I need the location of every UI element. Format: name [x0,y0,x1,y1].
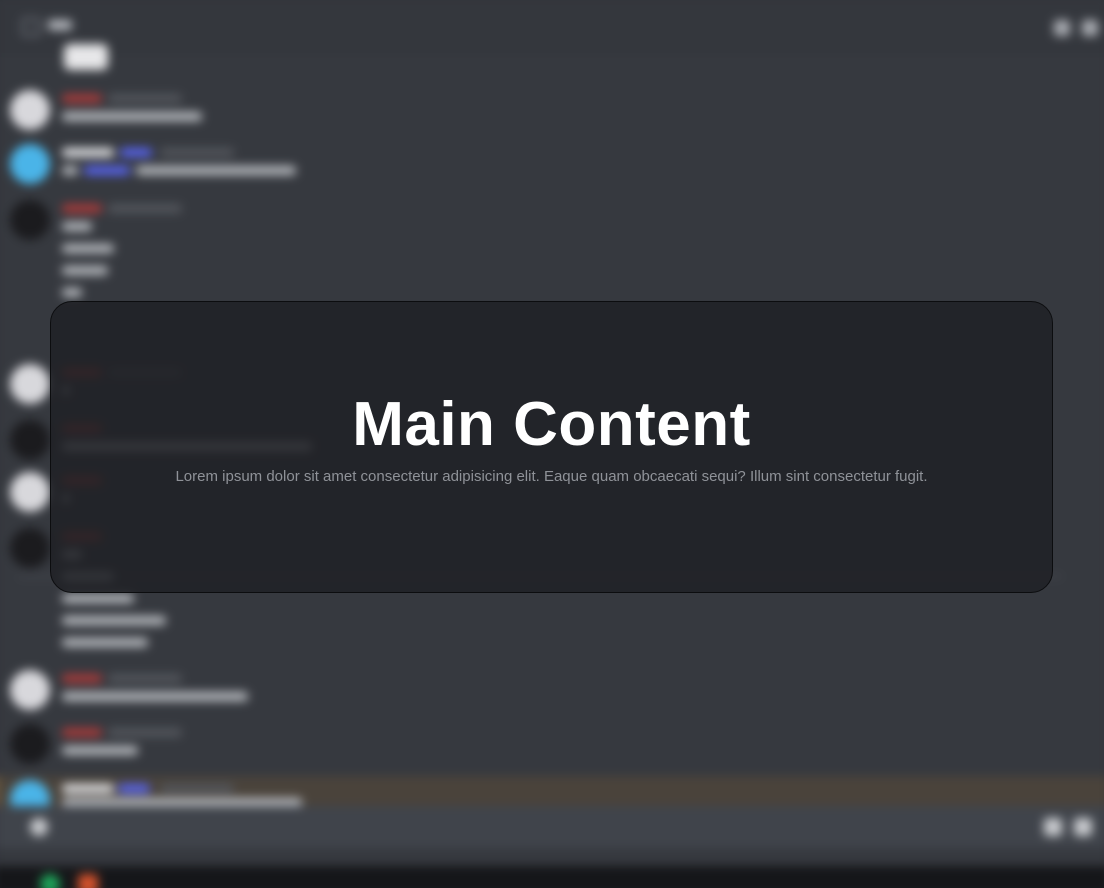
bot-badge [120,148,152,157]
timestamp [108,674,182,683]
gift-icon[interactable] [1044,818,1062,836]
main-subtitle: Lorem ipsum dolor sit amet consectetur a… [175,468,928,485]
taskbar [0,866,1104,888]
channel-header [0,0,1104,51]
main-title: Main Content [352,390,751,459]
timestamp [108,728,182,737]
hashtag-icon [22,18,40,36]
message-text [62,616,166,625]
message-composer[interactable] [0,806,1104,848]
app-window: Main Content Lorem ipsum dolor sit amet … [0,0,1104,888]
username[interactable] [62,148,114,157]
channel-name [48,20,72,30]
members-icon[interactable] [1082,20,1098,36]
timestamp [108,94,182,103]
main-content-panel: Main Content Lorem ipsum dolor sit amet … [50,301,1053,593]
username[interactable] [62,674,102,683]
emoji-icon[interactable] [1074,818,1092,836]
message-text [62,746,138,755]
message-text [62,594,134,603]
timestamp [160,784,234,793]
timestamp [108,204,182,213]
taskbar-app-icon[interactable] [78,874,98,888]
username[interactable] [62,204,102,213]
message-text [62,166,78,175]
channel-title-block [64,44,108,70]
avatar[interactable] [10,144,50,184]
avatar[interactable] [10,724,50,764]
avatar[interactable] [10,364,50,404]
message-text [62,112,202,121]
message-text [62,638,148,647]
message-text [62,288,82,297]
bot-badge [118,784,150,793]
avatar[interactable] [10,90,50,130]
message-text [62,692,248,701]
avatar[interactable] [10,528,50,568]
taskbar-app-icon[interactable] [40,874,60,888]
timestamp [160,148,234,157]
avatar[interactable] [10,670,50,710]
mention[interactable] [84,166,130,175]
username[interactable] [62,784,114,793]
message-text [62,266,108,275]
username[interactable] [62,94,102,103]
bell-icon[interactable] [1054,20,1070,36]
username[interactable] [62,728,102,737]
message-text [62,244,114,253]
avatar[interactable] [10,472,50,512]
message-text [136,166,296,175]
plus-icon[interactable] [30,818,48,836]
avatar[interactable] [10,420,50,460]
avatar[interactable] [10,200,50,240]
message-text [62,222,92,231]
